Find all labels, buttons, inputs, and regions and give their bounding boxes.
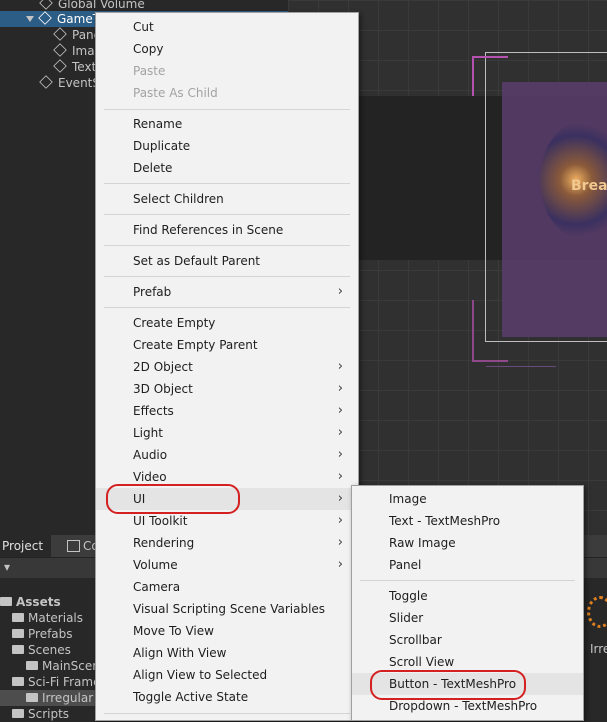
tree-item-mainscene[interactable]: MainScen [26, 658, 100, 674]
tree-item-scenes[interactable]: Scenes [12, 642, 71, 658]
submenu-item-image[interactable]: Image [352, 488, 583, 510]
menu-separator [104, 713, 350, 714]
menu-separator [104, 307, 350, 308]
submenu-item-scrollbar[interactable]: Scrollbar [352, 629, 583, 651]
menu-item-delete[interactable]: Delete [96, 157, 358, 179]
gameobject-icon [39, 75, 53, 89]
submenu-item-text-textmeshpro[interactable]: Text - TextMeshPro [352, 510, 583, 532]
menu-item-rename[interactable]: Rename [96, 113, 358, 135]
menu-separator [104, 183, 350, 184]
menu-item-set-default-parent[interactable]: Set as Default Parent [96, 250, 358, 272]
folder-icon [12, 629, 24, 638]
menu-item-toggle-active-state[interactable]: Toggle Active State [96, 686, 358, 708]
menu-item-select-children[interactable]: Select Children [96, 188, 358, 210]
submenu-arrow-icon: › [337, 491, 343, 506]
submenu-arrow-icon: › [337, 359, 343, 374]
submenu-item-panel[interactable]: Panel [352, 554, 583, 576]
frame-corner-decoration [472, 56, 508, 96]
menu-item-move-to-view[interactable]: Move To View [96, 620, 358, 642]
folder-icon [12, 677, 24, 686]
menu-item-2d-object[interactable]: 2D Object › [96, 356, 358, 378]
gameobject-icon [53, 59, 67, 73]
menu-item-camera[interactable]: Camera [96, 576, 358, 598]
menu-item-cut[interactable]: Cut [96, 16, 358, 38]
submenu-arrow-icon: › [337, 535, 343, 550]
tree-item-materials[interactable]: Materials [12, 610, 83, 626]
submenu-arrow-icon: › [337, 447, 343, 462]
submenu-arrow-icon: › [337, 284, 343, 299]
submenu-arrow-icon: › [337, 425, 343, 440]
asset-label: Irre [590, 642, 607, 656]
menu-item-visual-scripting-scene-variables[interactable]: Visual Scripting Scene Variables [96, 598, 358, 620]
folder-icon [12, 709, 24, 718]
gameobject-icon [39, 0, 53, 10]
submenu-arrow-icon: › [337, 513, 343, 528]
annotation-circle-button [370, 670, 526, 700]
tree-item-prefabs[interactable]: Prefabs [12, 626, 73, 642]
menu-item-align-with-view[interactable]: Align With View [96, 642, 358, 664]
folder-icon [26, 693, 38, 702]
console-icon [67, 540, 80, 552]
menu-item-light[interactable]: Light › [96, 422, 358, 444]
frame-line-decoration [486, 366, 556, 367]
menu-separator [360, 580, 575, 581]
menu-item-volume[interactable]: Volume › [96, 554, 358, 576]
frame-corner-decoration [472, 300, 508, 362]
hierarchy-item-text[interactable]: Text [53, 59, 96, 75]
submenu-arrow-icon: › [337, 469, 343, 484]
submenu-arrow-icon: › [337, 403, 343, 418]
menu-item-find-references[interactable]: Find References in Scene [96, 219, 358, 241]
menu-item-duplicate[interactable]: Duplicate [96, 135, 358, 157]
context-menu: Cut Copy Paste Paste As Child Rename Dup… [95, 12, 359, 721]
submenu-item-slider[interactable]: Slider [352, 607, 583, 629]
menu-separator [104, 109, 350, 110]
folder-icon [0, 597, 12, 606]
gameobject-icon [53, 43, 67, 57]
menu-item-copy[interactable]: Copy [96, 38, 358, 60]
tree-item-scifi-frame[interactable]: Sci-Fi Frame [12, 674, 100, 690]
menu-item-align-view-to-selected[interactable]: Align View to Selected [96, 664, 358, 686]
menu-item-paste-as-child: Paste As Child [133, 86, 218, 100]
menu-separator [104, 245, 350, 246]
tree-item-scripts[interactable]: Scripts [12, 706, 69, 722]
expand-arrow-icon[interactable] [26, 16, 34, 22]
gameobject-icon [38, 11, 52, 25]
folder-icon [12, 613, 24, 622]
menu-item-3d-object[interactable]: 3D Object › [96, 378, 358, 400]
gameobject-icon [53, 27, 67, 41]
asset-thumbnail[interactable] [587, 596, 607, 628]
menu-item-paste: Paste [133, 64, 166, 78]
menu-separator [104, 276, 350, 277]
menu-item-create-empty-parent[interactable]: Create Empty Parent [96, 334, 358, 356]
tab-project[interactable]: Project [0, 535, 52, 557]
hierarchy-item-eventsystem[interactable]: EventS [39, 75, 100, 91]
scene-file-icon [26, 661, 38, 670]
annotation-circle-ui [106, 484, 240, 514]
menu-item-audio[interactable]: Audio › [96, 444, 358, 466]
submenu-item-toggle[interactable]: Toggle [352, 585, 583, 607]
tree-item-assets[interactable]: Assets [0, 594, 61, 610]
menu-item-prefab[interactable]: Prefab › [96, 281, 358, 303]
menu-item-create-empty[interactable]: Create Empty [96, 312, 358, 334]
submenu-item-raw-image[interactable]: Raw Image [352, 532, 583, 554]
submenu-arrow-icon: › [337, 557, 343, 572]
menu-item-rendering[interactable]: Rendering › [96, 532, 358, 554]
scene-title-text: Brea [571, 178, 607, 194]
submenu-arrow-icon: › [337, 381, 343, 396]
menu-separator [104, 214, 350, 215]
add-dropdown-icon[interactable]: ▾ [4, 560, 10, 574]
menu-item-effects[interactable]: Effects › [96, 400, 358, 422]
folder-icon [12, 645, 24, 654]
